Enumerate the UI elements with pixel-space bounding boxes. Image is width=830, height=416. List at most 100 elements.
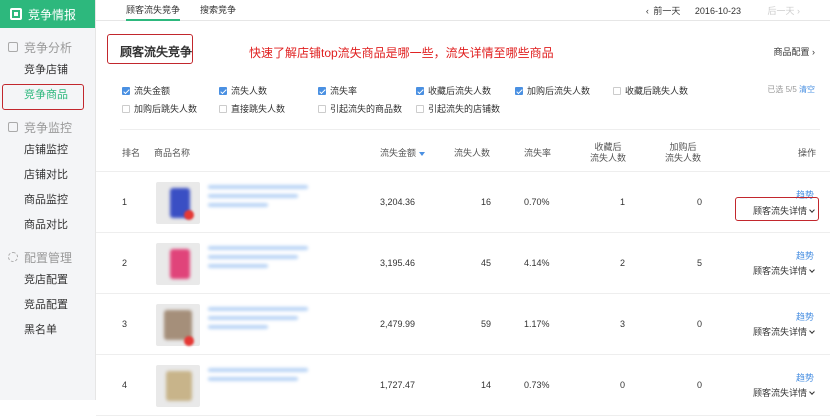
table-row: 3 2,479.99 59 1.17% 3 0 趋势 顾客流失详情 xyxy=(96,294,830,355)
rank-cell: 3 xyxy=(122,319,128,329)
sidebar-item-shop-monitoring[interactable]: 店铺监控 xyxy=(0,138,95,163)
filter-fav-bounce[interactable]: 收藏后跳失人数 xyxy=(613,84,688,97)
filter-direct-bounce[interactable]: 直接跳失人数 xyxy=(219,102,285,115)
table-row: 2 3,195.46 45 4.14% 2 5 趋势 顾客流失详情 xyxy=(96,233,830,294)
cart-cell: 0 xyxy=(697,380,703,390)
people-cell: 45 xyxy=(480,258,491,268)
sidebar-item-product-config[interactable]: 竞品配置 xyxy=(0,293,95,318)
prev-day-button[interactable]: ‹ 前一天 xyxy=(646,6,681,16)
col-product-name: 商品名称 xyxy=(154,148,191,158)
brand-logo-icon xyxy=(10,8,22,20)
fav-cell: 1 xyxy=(620,197,626,207)
detail-dropdown[interactable]: 顾客流失详情 xyxy=(753,386,815,399)
col-loss-people[interactable]: 流失人数 xyxy=(454,148,490,159)
date-navigator: ‹ 前一天 2016-10-23 后一天 › xyxy=(634,4,800,17)
rate-cell: 0.73% xyxy=(524,380,550,390)
sidebar-item-blacklist[interactable]: 黑名单 xyxy=(0,318,95,343)
checkbox-icon xyxy=(318,104,326,113)
checkbox-icon xyxy=(416,104,424,113)
col-action: 操作 xyxy=(798,148,817,158)
section-competition-analysis: 竞争分析 xyxy=(0,36,95,58)
annotation-text: 快速了解店铺top流失商品是哪一些，流失详情至哪些商品 xyxy=(249,46,554,60)
tab-customer-loss[interactable]: 顾客流失竞争 xyxy=(126,0,181,21)
fav-cell: 2 xyxy=(620,258,626,268)
amount-cell: 3,204.36 xyxy=(380,197,416,207)
col-fav-loss[interactable]: 收藏后 流失人数 xyxy=(590,142,626,164)
title-highlight-annotation xyxy=(107,34,193,64)
rate-cell: 1.17% xyxy=(524,319,550,329)
filter-loss-product-count[interactable]: 引起流失的商品数 xyxy=(318,102,402,115)
sidebar-item-product-monitoring[interactable]: 商品监控 xyxy=(0,188,95,213)
rate-cell: 0.70% xyxy=(524,197,550,207)
people-cell: 16 xyxy=(480,197,491,207)
sort-desc-icon xyxy=(419,152,426,156)
chevron-down-icon xyxy=(809,389,815,395)
gear-icon xyxy=(8,252,18,262)
checkbox-icon xyxy=(416,86,424,95)
amount-cell: 3,195.46 xyxy=(380,258,416,268)
detail-dropdown[interactable]: 顾客流失详情 xyxy=(753,264,815,277)
amount-cell: 1,727.47 xyxy=(380,380,416,390)
clear-button[interactable]: 清空 xyxy=(799,85,815,94)
sidebar-item-product-compare[interactable]: 商品对比 xyxy=(0,213,95,238)
cart-cell: 0 xyxy=(697,319,703,329)
amount-cell: 2,479.99 xyxy=(380,319,416,329)
filter-loss-amount[interactable]: 流失金额 xyxy=(122,84,170,97)
sidebar-item-competitor-shops[interactable]: 竞争店铺 xyxy=(0,58,95,83)
cart-cell: 5 xyxy=(697,258,703,268)
rate-cell: 4.14% xyxy=(524,258,550,268)
col-loss-amount[interactable]: 流失金额 xyxy=(380,148,426,159)
checkbox-icon xyxy=(613,86,621,95)
rank-cell: 1 xyxy=(122,197,128,207)
table-row: 4 1,727.47 14 0.73% 0 0 趋势 顾客流失详情 xyxy=(96,355,830,416)
col-cart-loss[interactable]: 加购后 流失人数 xyxy=(665,142,701,164)
checkbox-icon xyxy=(219,86,227,95)
filter-fav-loss[interactable]: 收藏后流失人数 xyxy=(416,84,491,97)
trend-link[interactable]: 趋势 xyxy=(796,249,814,262)
filter-loss-rate[interactable]: 流失率 xyxy=(318,84,357,97)
filter-cart-loss[interactable]: 加购后流失人数 xyxy=(515,84,590,97)
checkbox-icon xyxy=(122,104,130,113)
chevron-down-icon xyxy=(809,267,815,273)
section-competition-monitoring: 竞争监控 xyxy=(0,116,95,138)
product-thumbnail[interactable] xyxy=(156,243,200,285)
col-rank: 排名 xyxy=(122,148,141,158)
people-cell: 59 xyxy=(480,319,491,329)
detail-dropdown[interactable]: 顾客流失详情 xyxy=(753,325,815,338)
selected-count: 已选 5/5 清空 xyxy=(767,85,815,94)
tab-search-competition[interactable]: 搜索竞争 xyxy=(200,0,236,21)
chevron-down-icon xyxy=(809,328,815,334)
top-tab-bar: 顾客流失竞争 搜索竞争 ‹ 前一天 2016-10-23 后一天 › xyxy=(96,0,830,21)
sidebar-highlight-annotation xyxy=(2,84,84,110)
col-loss-rate[interactable]: 流失率 xyxy=(524,148,551,159)
date-display[interactable]: 2016-10-23 xyxy=(695,6,741,16)
sidebar-item-shop-config[interactable]: 竞店配置 xyxy=(0,268,95,293)
checkbox-icon xyxy=(318,86,326,95)
people-cell: 14 xyxy=(480,380,491,390)
product-thumbnail[interactable] xyxy=(156,365,200,407)
checkbox-icon xyxy=(219,104,227,113)
product-thumbnail[interactable] xyxy=(156,304,200,346)
cart-cell: 0 xyxy=(697,197,703,207)
table-header: 排名 商品名称 流失金额 流失人数 流失率 收藏后 流失人数 加购后 流失人数 操作 xyxy=(96,140,830,172)
product-config-link[interactable]: 商品配置 › xyxy=(773,45,815,58)
trend-link[interactable]: 趋势 xyxy=(796,310,814,323)
checkbox-icon xyxy=(515,86,523,95)
section-config-management: 配置管理 xyxy=(0,246,95,268)
filter-loss-people[interactable]: 流失人数 xyxy=(219,84,267,97)
brand-header[interactable]: 竞争情报 xyxy=(0,0,95,28)
detail-highlight-annotation xyxy=(735,197,819,221)
sidebar-item-shop-compare[interactable]: 店铺对比 xyxy=(0,163,95,188)
monitor-icon xyxy=(8,122,18,132)
filter-loss-shop-count[interactable]: 引起流失的店铺数 xyxy=(416,102,500,115)
sidebar: 竞争情报 竞争分析 竞争店铺 竞争商品 竞争监控 店铺监控 店铺对比 商品监控 … xyxy=(0,0,96,400)
filter-cart-bounce[interactable]: 加购后跳失人数 xyxy=(122,102,197,115)
checkbox-icon xyxy=(122,86,130,95)
trend-link[interactable]: 趋势 xyxy=(796,371,814,384)
product-thumbnail[interactable] xyxy=(156,182,200,224)
metric-filters: 流失金额 流失人数 流失率 收藏后流失人数 加购后流失人数 收藏后跳失人数 加购… xyxy=(120,82,820,130)
fav-cell: 3 xyxy=(620,319,626,329)
next-day-button[interactable]: 后一天 › xyxy=(755,6,800,16)
fav-cell: 0 xyxy=(620,380,626,390)
rank-cell: 2 xyxy=(122,258,128,268)
